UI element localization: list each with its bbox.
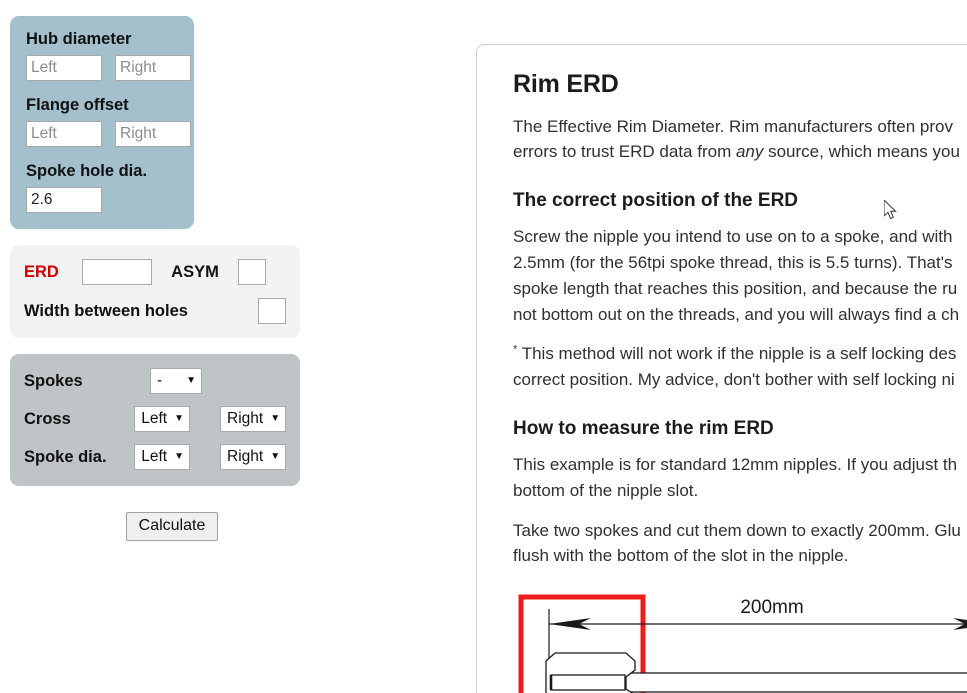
position-paragraph: Screw the nipple you intend to use on to… xyxy=(513,224,967,327)
spokes-panel: Spokes - ▼ Cross Left ▼ Right ▼ Spoke di xyxy=(10,354,300,487)
spoke-dia-left-select[interactable]: Left ▼ xyxy=(134,444,190,471)
chevron-down-icon: ▼ xyxy=(174,413,184,425)
measure-p2-line-1: Take two spokes and cut them down to exa… xyxy=(513,520,961,540)
flange-offset-inputs xyxy=(26,121,191,148)
hub-diameter-right-input[interactable] xyxy=(115,55,191,82)
spoke-hole-dia-inputs xyxy=(26,187,178,214)
chevron-down-icon: ▼ xyxy=(174,451,184,463)
intro-paragraph: The Effective Rim Diameter. Rim manufact… xyxy=(513,114,967,166)
width-between-holes-input[interactable] xyxy=(258,298,286,325)
chevron-down-icon: ▼ xyxy=(270,413,281,425)
erd-row: ERD ASYM xyxy=(24,257,286,287)
flange-offset-right-input[interactable] xyxy=(115,121,191,148)
chevron-down-icon: ▼ xyxy=(270,451,281,463)
cross-left-select-value: Left xyxy=(141,410,168,428)
position-line-2: 2.5mm (for the 56tpi spoke thread, this … xyxy=(513,252,953,272)
spoke-dia-label: Spoke dia. xyxy=(24,447,107,466)
spokes-label: Spokes xyxy=(24,371,83,390)
heading-correct-position: The correct position of the ERD xyxy=(513,190,799,212)
erd-panel: ERD ASYM Width between holes xyxy=(10,245,300,339)
cross-right-select[interactable]: Right ▼ xyxy=(220,406,286,433)
footnote-line-1: This method will not work if the nipple … xyxy=(517,344,957,364)
dimension-label-200mm: 200mm xyxy=(740,597,803,618)
asym-label: ASYM xyxy=(171,262,219,281)
spoke-nipple-drawing: 200mm xyxy=(518,594,967,693)
chevron-down-icon: ▼ xyxy=(186,375,196,387)
app-root: Hub diameter Flange offset Spoke hole di… xyxy=(0,0,967,693)
intro-line-1: The Effective Rim Diameter. Rim manufact… xyxy=(513,116,953,136)
spoke-nipple-diagram: 200mm xyxy=(513,591,967,693)
calculate-button-wrap: Calculate xyxy=(10,512,310,542)
footnote-line-2: correct position. My advice, don't bothe… xyxy=(513,370,955,390)
spokes-row: Spokes - ▼ xyxy=(24,366,286,396)
spokes-select-value: - xyxy=(157,372,163,390)
flange-offset-left-input[interactable] xyxy=(26,121,102,148)
asym-input[interactable] xyxy=(238,259,266,286)
hub-panel: Hub diameter Flange offset Spoke hole di… xyxy=(10,16,194,230)
position-line-4: not bottom out on the threads, and you w… xyxy=(513,304,960,324)
rim-erd-article-panel: Rim ERD The Effective Rim Diameter. Rim … xyxy=(476,44,967,693)
calculate-button[interactable]: Calculate xyxy=(125,512,219,542)
nipple-thread-bore xyxy=(550,674,626,691)
spoke-dia-row: Spoke dia. Left ▼ Right ▼ xyxy=(24,442,286,472)
width-between-holes-row: Width between holes xyxy=(24,296,286,326)
position-line-3: spoke length that reaches this position,… xyxy=(513,278,958,298)
measure-paragraph-2: Take two spokes and cut them down to exa… xyxy=(513,518,967,570)
intro-emphasis: any xyxy=(735,142,764,162)
spoke-dia-right-select[interactable]: Right ▼ xyxy=(220,444,286,471)
cross-label: Cross xyxy=(24,409,71,428)
spokes-select[interactable]: - ▼ xyxy=(150,368,202,395)
measure-paragraph-1: This example is for standard 12mm nipple… xyxy=(513,452,967,504)
flange-offset-label: Flange offset xyxy=(26,96,129,115)
spoke-hole-dia-input[interactable] xyxy=(26,187,102,214)
hub-diameter-label: Hub diameter xyxy=(26,30,132,48)
heading-how-to-measure: How to measure the rim ERD xyxy=(513,418,774,440)
position-line-1: Screw the nipple you intend to use on to… xyxy=(513,227,953,247)
footnote-paragraph: * This method will not work if the nippl… xyxy=(513,341,967,393)
spoke-dia-left-select-value: Left xyxy=(141,448,168,466)
cross-row: Cross Left ▼ Right ▼ xyxy=(24,404,286,434)
cross-right-select-value: Right xyxy=(227,410,264,428)
width-between-holes-label: Width between holes xyxy=(24,301,188,320)
spoke-dia-right-select-value: Right xyxy=(227,448,264,466)
measure-p1-line-2: bottom of the nipple slot. xyxy=(513,480,699,500)
cross-left-select[interactable]: Left ▼ xyxy=(134,406,190,433)
measure-p1-line-1: This example is for standard 12mm nipple… xyxy=(513,454,958,474)
measure-p2-line-2: flush with the bottom of the slot in the… xyxy=(513,546,849,566)
intro-line-2a: errors to trust ERD data from xyxy=(513,142,736,162)
page-title: Rim ERD xyxy=(513,70,619,98)
erd-input[interactable] xyxy=(82,259,152,286)
hub-diameter-inputs xyxy=(26,55,191,82)
spoke-hole-dia-label: Spoke hole dia. xyxy=(26,162,148,181)
hub-diameter-left-input[interactable] xyxy=(26,55,102,82)
spoke-calculator-form: Hub diameter Flange offset Spoke hole di… xyxy=(10,16,310,542)
intro-line-2c: source, which means you xyxy=(763,142,960,162)
erd-label: ERD xyxy=(24,262,59,281)
